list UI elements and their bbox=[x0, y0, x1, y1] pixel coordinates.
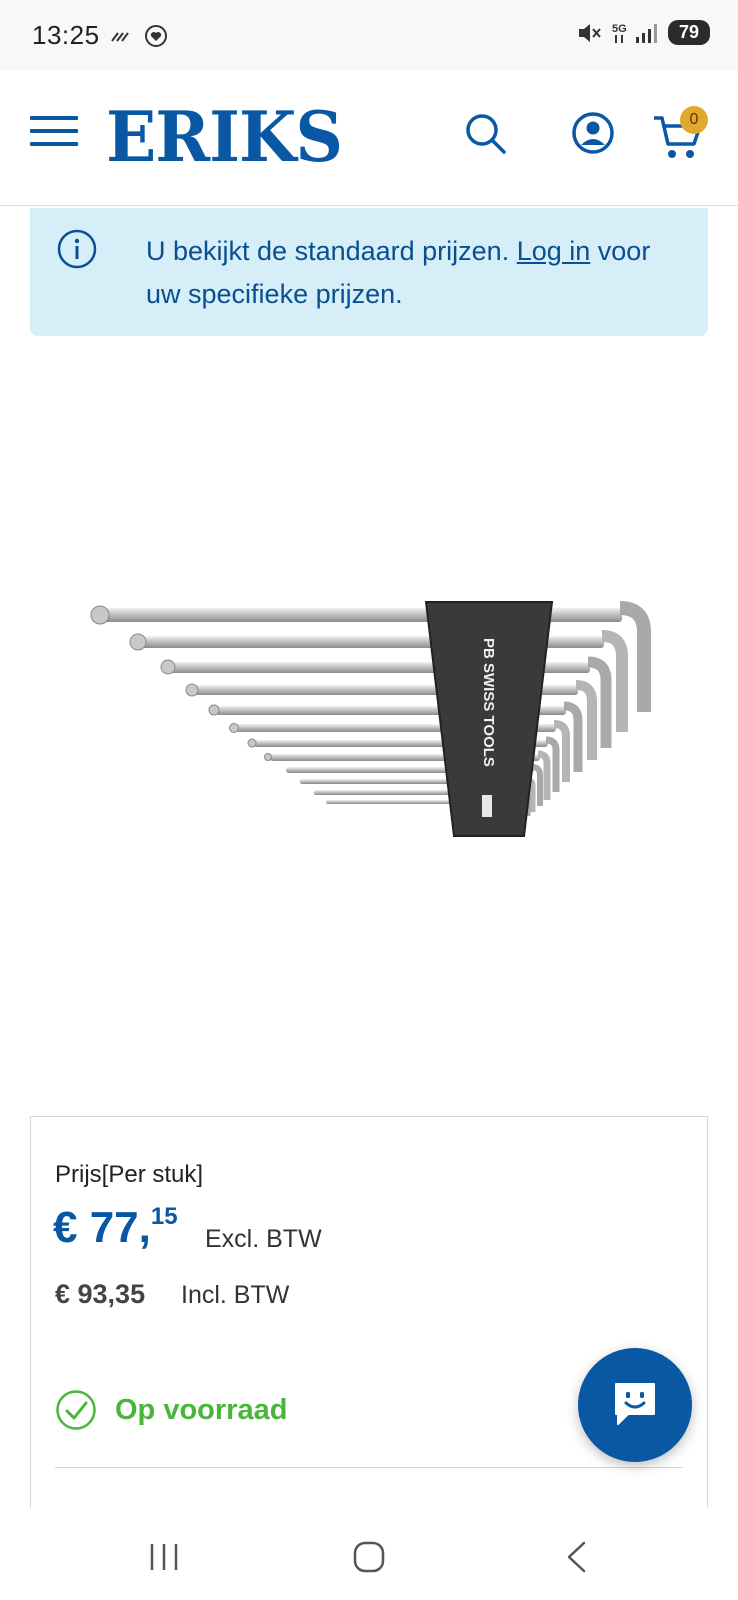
stock-status: Op voorraad bbox=[55, 1389, 287, 1431]
holder-brand-text: PB SWISS TOOLS bbox=[480, 638, 497, 767]
hex-key-set bbox=[90, 601, 651, 820]
status-left-icons bbox=[110, 24, 168, 48]
signal-5g-icon: 5G bbox=[612, 23, 657, 43]
mute-icon bbox=[579, 23, 601, 42]
price-incl-vat: € 93,35 bbox=[55, 1279, 146, 1309]
site-header: ERIKS 0 bbox=[0, 70, 738, 206]
status-time: 13:25 bbox=[32, 20, 100, 50]
check-circle-icon bbox=[56, 1390, 96, 1430]
cart-count-badge: 0 bbox=[680, 106, 708, 134]
price-excl-vat: € 77,15 bbox=[53, 1203, 178, 1253]
info-banner-text: U bekijkt de standaard prijzen. Log in v… bbox=[146, 230, 686, 316]
back-icon[interactable] bbox=[564, 1540, 588, 1574]
eriks-logo[interactable]: ERIKS bbox=[106, 96, 343, 178]
product-image[interactable]: PB SWISS TOOLS bbox=[0, 340, 738, 1100]
menu-icon[interactable] bbox=[30, 116, 78, 152]
status-bar: 13:25 5G 79 bbox=[0, 0, 738, 70]
search-icon[interactable] bbox=[462, 110, 510, 158]
recent-apps-icon[interactable] bbox=[148, 1542, 180, 1572]
price-cents: 15 bbox=[150, 1203, 178, 1230]
price-euros: € 77, bbox=[53, 1203, 151, 1252]
system-nav-bar bbox=[0, 1508, 738, 1600]
notification-icon bbox=[111, 32, 129, 42]
home-icon[interactable] bbox=[352, 1540, 386, 1574]
price-info-banner: U bekijkt de standaard prijzen. Log in v… bbox=[30, 208, 708, 336]
svg-text:5G: 5G bbox=[612, 23, 627, 35]
price-label: Prijs[Per stuk] bbox=[55, 1161, 204, 1188]
info-text-before: U bekijkt de standaard prijzen. bbox=[146, 236, 517, 266]
heart-circle-icon bbox=[145, 25, 167, 47]
chat-smiley-icon bbox=[615, 1383, 655, 1425]
excl-vat-label: Excl. BTW bbox=[205, 1225, 322, 1253]
chat-button[interactable] bbox=[578, 1348, 692, 1462]
incl-vat-label: Incl. BTW bbox=[181, 1281, 290, 1309]
stock-label: Op voorraad bbox=[115, 1393, 288, 1426]
battery-indicator: 79 bbox=[668, 20, 710, 45]
info-icon bbox=[57, 229, 97, 269]
status-right-icons: 5G 79 bbox=[576, 20, 710, 45]
login-link[interactable]: Log in bbox=[517, 236, 591, 266]
price-card: Prijs[Per stuk] € 77,15 Excl. BTW € 93,3… bbox=[30, 1116, 708, 1516]
divider bbox=[55, 1467, 683, 1468]
account-icon[interactable] bbox=[568, 108, 618, 158]
